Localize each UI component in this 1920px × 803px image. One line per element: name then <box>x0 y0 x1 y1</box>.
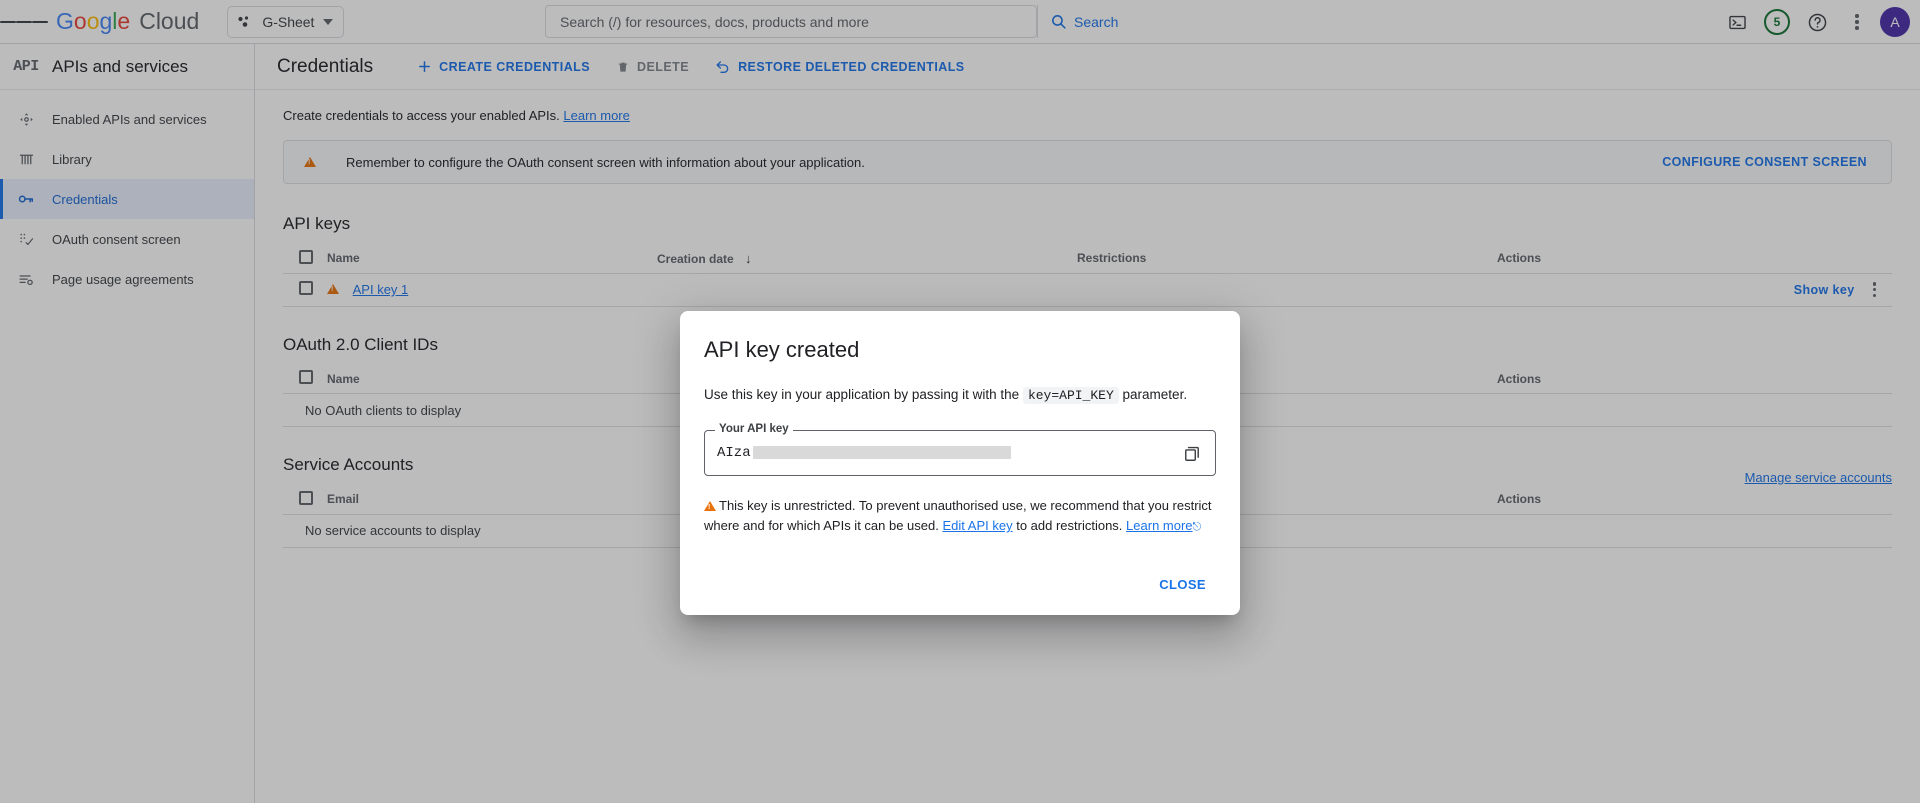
api-key-param-code: key=API_KEY <box>1022 387 1119 404</box>
dialog-description: Use this key in your application by pass… <box>704 385 1216 406</box>
api-key-value-redacted <box>752 446 1011 460</box>
api-key-value: AIza <box>717 445 1011 461</box>
dialog-title: API key created <box>704 337 860 362</box>
dialog-actions: Close <box>704 568 1216 601</box>
copy-glyph <box>1185 446 1199 461</box>
dialog-description-before: Use this key in your application by pass… <box>704 387 1020 402</box>
external-link-icon: ⎋ <box>1192 520 1202 533</box>
dialog-warning: This key is unrestricted. To prevent una… <box>704 496 1216 536</box>
edit-api-key-link[interactable]: Edit API key <box>942 518 1012 533</box>
warning-icon <box>704 500 716 514</box>
copy-icon[interactable] <box>1183 444 1202 468</box>
dialog-description-after: parameter. <box>1122 387 1188 402</box>
learn-more-link[interactable]: Learn more <box>1126 518 1192 533</box>
dialog-warning-text-2: to add restrictions. <box>1016 517 1123 533</box>
api-key-field[interactable]: Your API key AIza <box>704 422 1216 476</box>
close-button[interactable]: Close <box>1149 568 1216 601</box>
api-key-field-label: Your API key <box>715 422 793 435</box>
api-key-value-visible: AIza <box>717 444 751 461</box>
api-key-created-dialog: API key created Use this key in your app… <box>680 311 1240 616</box>
